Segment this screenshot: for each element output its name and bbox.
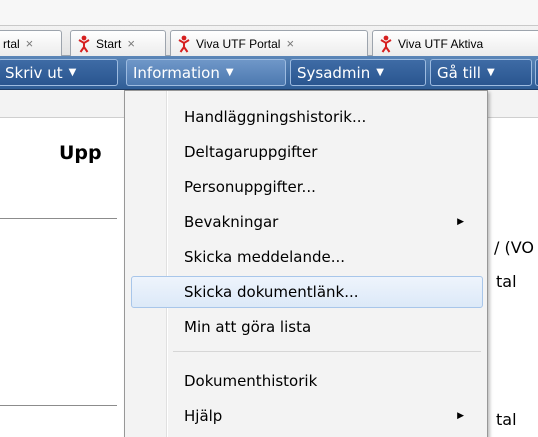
menu-item-deltagaruppgifter[interactable]: Deltagaruppgifter	[131, 136, 483, 168]
menu-item-label: Skicka dokumentlänk...	[184, 283, 359, 301]
menu-label: Skriv ut	[5, 63, 63, 82]
menu-item-handlaggningshistorik[interactable]: Handläggningshistorik...	[131, 101, 483, 133]
menu-item-label: Bevakningar	[184, 213, 279, 231]
divider	[0, 218, 117, 219]
submenu-arrow-icon: ▶	[457, 411, 464, 421]
caret-down-icon: ▼	[225, 67, 234, 78]
page-title: Upp	[59, 142, 102, 164]
tab-label: Viva UTF Portal	[196, 36, 281, 51]
menu-item-label: Personuppgifter...	[184, 178, 316, 196]
submenu-arrow-icon: ▶	[457, 217, 464, 227]
tab-viva-utf-aktiva[interactable]: Viva UTF Aktiva	[372, 30, 538, 56]
menu-label: Information	[133, 63, 220, 82]
menu-item-label: Min att göra lista	[184, 318, 312, 336]
divider	[0, 405, 117, 406]
red-figure-icon	[78, 35, 90, 53]
tab-close-icon[interactable]: ×	[286, 36, 294, 51]
tab-portal[interactable]: rtal ×	[0, 30, 62, 56]
menu-item-personuppgifter[interactable]: Personuppgifter...	[131, 171, 483, 203]
tab-close-icon[interactable]: ×	[26, 36, 34, 51]
caret-down-icon: ▼	[376, 67, 384, 78]
tab-label: rtal	[3, 36, 20, 51]
menu-item-label: Handläggningshistorik...	[184, 108, 367, 126]
menu-item-label: Dokumenthistorik	[184, 372, 318, 390]
background-text: tal	[496, 410, 517, 429]
browser-tab-strip: rtal × Start × Viva UTF Portal × Viva UT…	[0, 26, 538, 56]
background-text: tal	[496, 272, 517, 291]
menu-information[interactable]: Information ▼	[126, 59, 286, 86]
tab-start[interactable]: Start ×	[70, 30, 166, 56]
caret-down-icon: ▼	[68, 67, 77, 78]
app-menubar: Skriv ut ▼ Information ▼ Sysadmin ▼ Gå t…	[0, 56, 538, 90]
tab-label: Viva UTF Aktiva	[398, 36, 484, 51]
menu-item-label: Deltagaruppgifter	[184, 143, 318, 161]
background-text: / (VO	[494, 238, 534, 257]
menu-skriv-ut[interactable]: Skriv ut ▼	[0, 59, 118, 86]
menu-ga-till[interactable]: Gå till ▼	[430, 59, 532, 86]
menu-label: Sysadmin	[297, 63, 371, 82]
tab-label: Start	[96, 36, 122, 51]
menu-item-label: Hjälp	[184, 407, 223, 425]
menu-separator	[173, 351, 481, 352]
menu-item-dokumenthistorik[interactable]: Dokumenthistorik	[131, 365, 483, 397]
menu-label: Gå till	[437, 63, 481, 82]
tab-viva-utf-portal[interactable]: Viva UTF Portal ×	[170, 30, 368, 56]
menu-sysadmin[interactable]: Sysadmin ▼	[290, 59, 426, 86]
menu-item-skicka-dokumentlank[interactable]: Skicka dokumentlänk...	[131, 276, 483, 308]
menu-item-hjalp[interactable]: Hjälp ▶	[131, 400, 483, 432]
tab-close-icon[interactable]: ×	[127, 36, 135, 51]
red-figure-icon	[178, 35, 190, 53]
menu-item-skicka-meddelande[interactable]: Skicka meddelande...	[131, 241, 483, 273]
red-figure-icon	[380, 35, 392, 53]
menu-item-label: Skicka meddelande...	[184, 248, 346, 266]
browser-top-strip	[0, 0, 538, 26]
menu-item-min-att-gora-lista[interactable]: Min att göra lista	[131, 311, 483, 343]
caret-down-icon: ▼	[486, 67, 495, 78]
menu-item-bevakningar[interactable]: Bevakningar ▶	[131, 206, 483, 238]
information-dropdown-menu: Handläggningshistorik... Deltagaruppgift…	[124, 90, 488, 437]
